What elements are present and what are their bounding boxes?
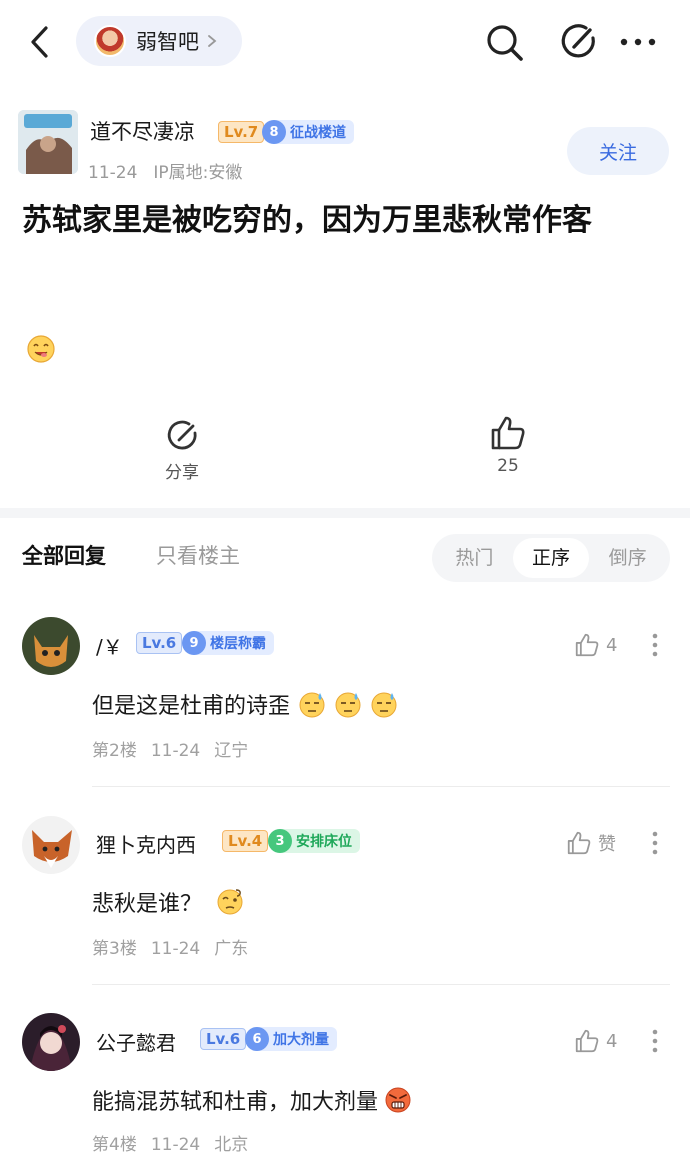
title-badge-label: 安排床位 — [296, 834, 352, 850]
comment-like-button[interactable]: 赞 — [566, 830, 616, 856]
comment-body: 能搞混苏轼和杜甫，加大剂量 — [92, 1090, 379, 1115]
comment-author-name[interactable]: 狸卜克内西 — [96, 829, 196, 858]
thumbs-up-icon — [575, 633, 599, 657]
level-badge: Lv.4 — [222, 830, 269, 852]
title-badge: 6 加大剂量 — [245, 1027, 337, 1051]
comment-divider — [92, 984, 670, 985]
level-badge: Lv.6 — [136, 632, 183, 654]
comment-divider — [92, 786, 670, 787]
more-vertical-icon[interactable] — [645, 631, 665, 659]
tab-owner-only[interactable]: 只看楼主 — [156, 540, 240, 570]
comment-author-name[interactable]: 公子懿君 — [96, 1027, 176, 1056]
comment-location: 北京 — [214, 1135, 249, 1152]
comment-text: 能搞混苏轼和杜甫，加大剂量 — [92, 1084, 412, 1116]
chevron-right-icon — [208, 35, 217, 47]
comment-like-count: 4 — [606, 1030, 618, 1052]
forum-name: 弱智吧 — [136, 30, 199, 54]
floor-number: 第3楼 — [92, 939, 137, 959]
sweat-emoji-icon — [299, 692, 325, 718]
share-icon — [167, 420, 197, 450]
post-date: 11-24 — [88, 163, 138, 183]
search-button[interactable] — [482, 20, 526, 64]
like-count: 25 — [497, 456, 519, 476]
title-badge-number: 3 — [268, 829, 292, 853]
back-button[interactable] — [22, 22, 58, 62]
comment-avatar[interactable] — [22, 617, 80, 675]
more-vertical-icon[interactable] — [645, 1027, 665, 1055]
back-icon — [31, 26, 48, 58]
comment-location: 辽宁 — [214, 741, 249, 761]
more-vertical-icon[interactable] — [645, 829, 665, 857]
share-button[interactable]: 分享 — [150, 418, 214, 484]
comment-avatar[interactable] — [22, 1013, 80, 1071]
sort-toggle: 热门 正序 倒序 — [432, 534, 670, 582]
emoji-icon — [27, 335, 55, 363]
title-badge: 9 楼层称霸 — [182, 631, 274, 655]
title-badge-label: 楼层称霸 — [210, 636, 266, 652]
comment-date: 11-24 — [150, 741, 201, 761]
level-badge: Lv.7 — [218, 121, 265, 143]
comment-date: 11-24 — [150, 939, 201, 959]
author-name[interactable]: 道不尽凄凉 — [90, 116, 195, 146]
more-button[interactable] — [616, 24, 660, 60]
post-title: 苏轼家里是被吃穷的，因为万里悲秋常作客 — [22, 203, 592, 238]
sweat-emoji-icon — [335, 692, 361, 718]
title-badge-number: 6 — [245, 1027, 269, 1051]
title-badge: 8 征战楼道 — [262, 120, 354, 144]
floor-number: 第4楼 — [92, 1135, 137, 1152]
forum-entry[interactable]: 弱智吧 — [76, 16, 242, 66]
share-label: 分享 — [165, 463, 199, 483]
comment-date: 11-24 — [150, 1135, 201, 1152]
like-button[interactable]: 25 — [478, 414, 538, 484]
comment-like-button[interactable]: 4 — [574, 632, 617, 658]
search-icon — [487, 25, 523, 61]
title-badge-label: 征战楼道 — [290, 125, 346, 141]
edit-icon — [561, 24, 595, 58]
title-badge-label: 加大剂量 — [273, 1032, 329, 1048]
title-badge-number: 9 — [182, 631, 206, 655]
section-divider — [0, 508, 690, 518]
comment-meta: 第3楼 11-24 广东 — [92, 934, 262, 959]
author-meta: 11-24 IP属地:安徽 — [88, 158, 258, 183]
comment-like-count: 4 — [606, 634, 618, 656]
floor-number: 第2楼 — [92, 741, 137, 761]
sweat-emoji-icon — [371, 692, 397, 718]
comment-text: 悲秋是谁？ — [92, 886, 244, 918]
comment-meta: 第4楼 11-24 北京 — [92, 1130, 262, 1152]
comment-meta: 第2楼 11-24 辽宁 — [92, 736, 262, 761]
title-badge-number: 8 — [262, 120, 286, 144]
sort-ascending[interactable]: 正序 — [512, 538, 590, 578]
comment-text: 但是这是杜甫的诗歪 — [92, 688, 398, 720]
forum-avatar — [94, 25, 126, 57]
comment-author-name[interactable]: /￥ — [96, 631, 123, 660]
title-badge: 3 安排床位 — [268, 829, 360, 853]
comment-avatar[interactable] — [22, 816, 80, 874]
edit-button[interactable] — [556, 20, 600, 64]
level-badge: Lv.6 — [200, 1028, 247, 1050]
author-avatar[interactable] — [18, 110, 78, 174]
follow-button[interactable]: 关注 — [567, 127, 669, 175]
tab-all-replies[interactable]: 全部回复 — [22, 540, 106, 570]
more-icon — [620, 38, 656, 46]
ip-location: IP属地:安徽 — [153, 163, 243, 183]
angry-emoji-icon — [385, 1087, 411, 1113]
sort-descending[interactable]: 倒序 — [589, 538, 666, 578]
comment-like-count: 赞 — [598, 834, 616, 855]
comment-location: 广东 — [214, 939, 249, 959]
comment-like-button[interactable]: 4 — [574, 1028, 617, 1054]
sort-hot[interactable]: 热门 — [436, 538, 513, 578]
thumbs-up-icon — [575, 1029, 599, 1053]
thumbs-up-icon — [567, 831, 591, 855]
thinking-emoji-icon — [217, 889, 243, 915]
comment-body: 但是这是杜甫的诗歪 — [92, 694, 291, 719]
comment-body: 悲秋是谁？ — [92, 892, 203, 917]
thumbs-up-icon — [491, 416, 525, 450]
